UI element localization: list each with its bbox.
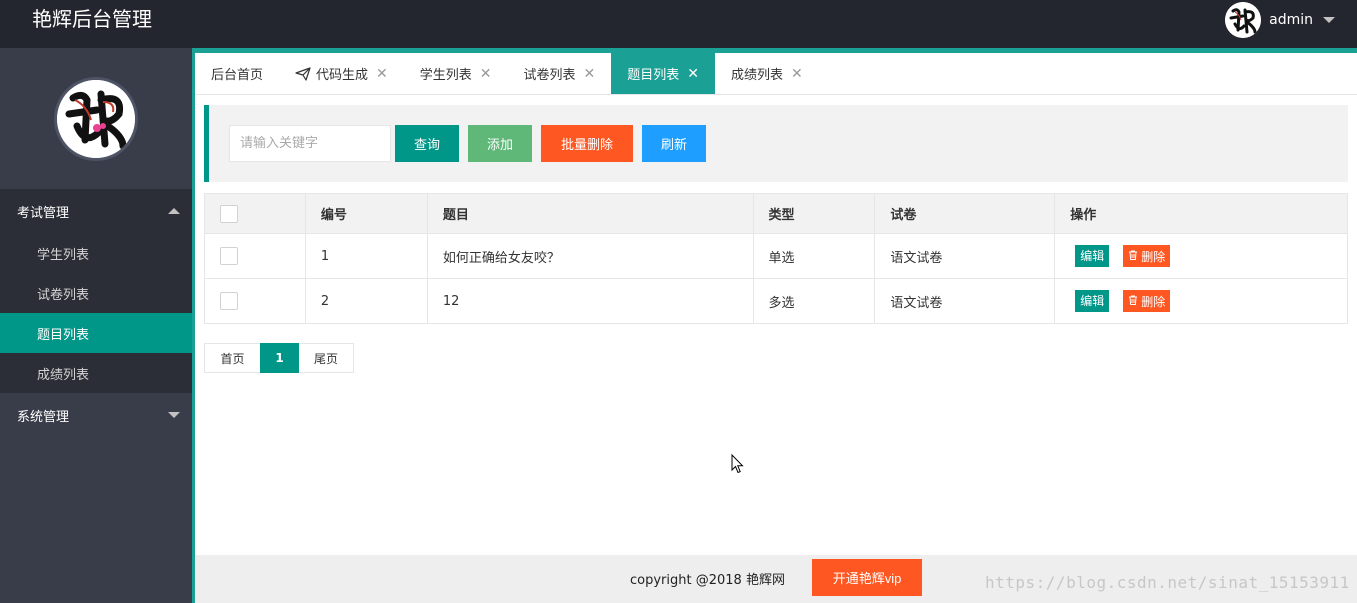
sidebar-item-paper-list[interactable]: 试卷列表 [0,273,192,313]
refresh-button[interactable]: 刷新 [642,125,706,162]
tab-home[interactable]: 后台首页 [195,53,279,94]
chevron-up-icon [168,208,180,214]
sidebar-item-label: 学生列表 [37,247,90,263]
sidebar: 考试管理 学生列表 试卷列表 题目列表 成绩列表 系统管理 [0,48,192,603]
tab-label: 成绩列表 [731,68,784,83]
column-header-id: 编号 [304,193,428,234]
first-page-button[interactable]: 首页 [204,343,260,373]
tab-student-list[interactable]: 学生列表 ✕ [404,53,508,94]
tab-paper-list[interactable]: 试卷列表 ✕ [508,53,612,94]
delete-button[interactable]: 删除 [1123,245,1171,268]
top-header: 艳辉后台管理 admin [0,0,1357,48]
column-header-type: 类型 [752,193,876,234]
cell-id: 2 [304,278,428,324]
tab-bar: 后台首页 代码生成 ✕ 学生列表 ✕ 试卷列表 ✕ 题目列表 ✕ 成绩列表 ✕ [195,53,1357,95]
delete-label: 删除 [1141,294,1166,309]
pagination: 首页 1 尾页 [204,343,354,373]
sidebar-group-label: 考试管理 [17,205,70,221]
current-page-button[interactable]: 1 [260,343,299,373]
query-button[interactable]: 查询 [395,125,459,162]
sidebar-item-student-list[interactable]: 学生列表 [0,233,192,273]
close-icon[interactable]: ✕ [376,66,388,82]
sidebar-group-exam-management[interactable]: 考试管理 [0,189,192,233]
tab-label: 题目列表 [627,68,680,83]
tab-label: 代码生成 [316,68,369,83]
tab-question-list[interactable]: 题目列表 ✕ [611,53,716,94]
paper-plane-icon [295,66,311,81]
sidebar-item-label: 试卷列表 [37,287,90,303]
sidebar-item-label: 题目列表 [37,327,90,343]
select-all-checkbox[interactable] [220,204,238,223]
column-header-actions: 操作 [1054,193,1348,234]
watermark-text: https://blog.csdn.net/sinat_15153911 [985,573,1350,592]
column-header-paper: 试卷 [874,193,1056,234]
batch-delete-button[interactable]: 批量删除 [541,125,633,162]
tab-code-generation[interactable]: 代码生成 ✕ [279,53,404,94]
copyright-text: copyright @2018 艳辉网 [630,573,785,588]
question-table: 编号 题目 类型 试卷 操作 1 如何正确给女友咬？ 单选 语文试卷 编辑 删除 … [204,193,1348,324]
sidebar-submenu: 学生列表 试卷列表 题目列表 成绩列表 [0,233,192,393]
tab-label: 后台首页 [211,68,264,83]
cell-type: 多选 [752,278,876,324]
mouse-pointer-icon [731,454,744,474]
delete-button[interactable]: 删除 [1123,290,1171,313]
sidebar-group-system-management[interactable]: 系统管理 [0,393,192,437]
sidebar-item-question-list[interactable]: 题目列表 [0,313,192,353]
select-all-cell [204,193,306,234]
user-name[interactable]: admin [1269,12,1313,28]
column-header-question: 题目 [426,193,754,234]
cell-question: 12 [426,278,754,324]
chevron-down-icon[interactable] [1323,17,1335,23]
cell-id: 1 [304,233,428,279]
close-icon[interactable]: ✕ [791,66,803,82]
trash-icon [1128,249,1138,263]
close-icon[interactable]: ✕ [687,66,699,82]
tab-score-list[interactable]: 成绩列表 ✕ [715,53,819,94]
cell-question: 如何正确给女友咬？ [426,233,754,279]
content-left-border [192,48,195,603]
row-checkbox[interactable] [220,292,238,310]
sidebar-logo-area [0,48,192,189]
brand-logo-icon [57,79,135,158]
search-input[interactable] [229,125,391,162]
app-title: 艳辉后台管理 [32,7,152,31]
last-page-button[interactable]: 尾页 [299,343,354,373]
trash-icon [1128,294,1138,308]
cell-actions: 编辑 删除 [1054,233,1348,279]
vip-button[interactable]: 开通艳辉vip [812,559,922,596]
sidebar-group-label: 系统管理 [17,409,70,425]
delete-label: 删除 [1141,249,1166,264]
chevron-down-icon [168,412,180,418]
cell-type: 单选 [752,233,876,279]
cell-paper: 语文试卷 [874,233,1056,279]
close-icon[interactable]: ✕ [480,66,492,82]
table-row: 2 12 多选 语文试卷 编辑 删除 [204,278,1348,324]
avatar-logo-icon [1225,2,1262,38]
row-select-cell [204,278,306,324]
edit-button[interactable]: 编辑 [1075,289,1110,312]
table-header-row: 编号 题目 类型 试卷 操作 [204,193,1348,234]
sidebar-item-label: 成绩列表 [37,367,90,383]
tab-label: 学生列表 [419,68,472,83]
table-row: 1 如何正确给女友咬？ 单选 语文试卷 编辑 删除 [204,233,1348,279]
close-icon[interactable]: ✕ [584,66,596,82]
avatar[interactable] [1225,2,1262,38]
tab-label: 试卷列表 [523,68,576,83]
sidebar-item-score-list[interactable]: 成绩列表 [0,353,192,393]
row-select-cell [204,233,306,279]
add-button[interactable]: 添加 [468,125,532,162]
edit-button[interactable]: 编辑 [1075,244,1110,267]
user-menu[interactable]: admin [1225,2,1335,38]
search-toolbar: 查询 添加 批量删除 刷新 [204,105,1348,182]
row-checkbox[interactable] [220,247,238,265]
cell-actions: 编辑 删除 [1054,278,1348,324]
sidebar-logo [54,76,138,161]
cell-paper: 语文试卷 [874,278,1056,324]
